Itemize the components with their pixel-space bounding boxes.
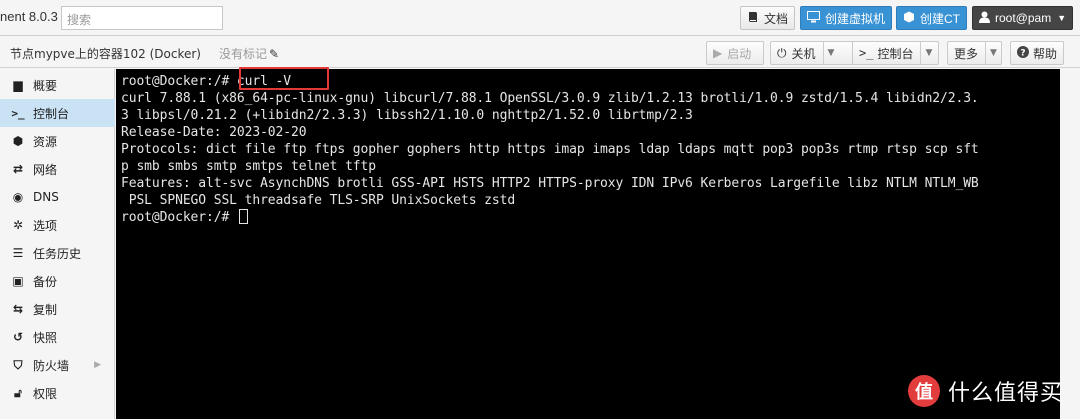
sidebar-item-label: 快照: [33, 330, 58, 345]
console-button[interactable]: >_ 控制台 ▼: [852, 41, 939, 65]
sidebar-item-summary[interactable]: ▆ 概要: [0, 71, 115, 99]
tags-edit[interactable]: 没有标记 ✎: [219, 45, 279, 62]
cube-icon: ⬢: [12, 134, 24, 148]
search-input[interactable]: 搜索: [61, 6, 223, 30]
sidebar-item-label: 概要: [33, 78, 58, 93]
sidebar-item-dns[interactable]: ◉ DNS: [0, 183, 115, 211]
terminal-line: root@Docker:/#: [121, 209, 979, 226]
list-icon: ☰: [12, 246, 24, 260]
sidebar: ▆ 概要 >_ 控制台 ⬢ 资源 ⇄ 网络 ◉ DNS ✲ 选项 ☰ 任务历史 …: [0, 69, 115, 419]
power-icon: ⏻: [777, 45, 787, 60]
sidebar-item-options[interactable]: ✲ 选项: [0, 211, 115, 239]
terminal-line: Protocols: dict file ftp ftps gopher gop…: [121, 142, 979, 157]
sidebar-item-resources[interactable]: ⬢ 资源: [0, 127, 115, 155]
sidebar-item-label: 选项: [33, 218, 58, 233]
create-vm-button[interactable]: 创建虚拟机: [800, 6, 893, 30]
create-vm-label: 创建虚拟机: [825, 11, 886, 26]
top-bar: nent 8.0.3 搜索 文档 创建虚拟机 创建CT root@pam ▼: [0, 0, 1080, 36]
sidebar-item-replication[interactable]: ⇆ 复制: [0, 295, 115, 323]
sidebar-item-firewall[interactable]: ⛉ 防火墙 ▶: [0, 351, 115, 379]
docs-button[interactable]: 文档: [740, 6, 796, 30]
help-label: 帮助: [1033, 46, 1058, 61]
create-ct-button[interactable]: 创建CT: [896, 6, 967, 30]
sidebar-item-label: 控制台: [33, 106, 70, 121]
floppy-icon: ▣: [12, 274, 24, 288]
exchange-icon: ⇄: [12, 162, 24, 176]
sidebar-item-label: 网络: [33, 162, 58, 177]
desktop-icon: [807, 10, 820, 26]
terminal-line: p smb smbs smtp smtps telnet tftp: [121, 159, 376, 174]
console-label: 控制台: [877, 46, 914, 61]
terminal-cursor: [238, 209, 248, 224]
terminal-icon: >_: [859, 46, 874, 60]
question-icon: ?: [1017, 45, 1029, 61]
terminal-icon: >_: [11, 106, 25, 120]
terminal-line: curl 7.88.1 (x86_64-pc-linux-gnu) libcur…: [121, 91, 979, 106]
docs-label: 文档: [764, 11, 789, 26]
book-icon: [747, 11, 759, 26]
unlock-icon: 🔓︎: [14, 385, 22, 400]
user-label: root@pam: [995, 11, 1052, 25]
scrollbar[interactable]: [1060, 69, 1080, 419]
shutdown-label: 关机: [791, 46, 816, 61]
chevron-down-icon: ▼: [990, 48, 997, 58]
sidebar-item-console[interactable]: >_ 控制台: [0, 99, 115, 127]
sidebar-item-label: 备份: [33, 274, 58, 289]
content-header: 节点mypve上的容器102 (Docker) 没有标记 ✎ ▶ 启动 ⏻ 关机 …: [0, 37, 1080, 68]
help-button[interactable]: ? 帮助: [1010, 41, 1064, 65]
sidebar-item-backup[interactable]: ▣ 备份: [0, 267, 115, 295]
more-button[interactable]: 更多 ▼: [947, 41, 1002, 65]
gear-icon: ✲: [12, 218, 24, 232]
more-label: 更多: [954, 46, 979, 61]
sidebar-item-label: 资源: [33, 134, 58, 149]
sidebar-item-label: 复制: [33, 302, 58, 317]
watermark-logo: 值: [908, 375, 940, 407]
user-icon: [979, 11, 990, 26]
chevron-down-icon: ▼: [827, 48, 835, 58]
shield-icon: ⛉: [13, 357, 23, 372]
pencil-icon: ✎: [269, 47, 280, 61]
book-icon: ▆: [13, 78, 23, 92]
chevron-down-icon: ▼: [925, 48, 933, 58]
sidebar-item-label: 权限: [33, 386, 58, 401]
user-menu-button[interactable]: root@pam ▼: [972, 6, 1074, 30]
shutdown-button[interactable]: ⏻ 关机 ▼: [770, 41, 858, 65]
app-title: nent 8.0.3: [0, 9, 58, 24]
terminal-line: Release-Date: 2023-02-20: [121, 125, 307, 140]
prompt: root@Docker:/#: [121, 210, 237, 225]
command-highlight-box: [239, 67, 329, 90]
cube-icon: [903, 11, 915, 26]
terminal-console[interactable]: root@Docker:/# curl -V curl 7.88.1 (x86_6…: [116, 69, 1060, 419]
page-title: 节点mypve上的容器102 (Docker): [10, 47, 201, 61]
create-ct-label: 创建CT: [920, 11, 960, 26]
start-button[interactable]: ▶ 启动: [706, 41, 764, 65]
sidebar-item-label: DNS: [33, 190, 59, 204]
svg-text:?: ?: [1020, 48, 1025, 58]
no-tags-label: 没有标记: [219, 47, 268, 61]
watermark-text: 什么值得买: [948, 381, 1064, 406]
sidebar-item-network[interactable]: ⇄ 网络: [0, 155, 115, 183]
prompt: root@Docker:/#: [121, 74, 237, 89]
chevron-right-icon: ▶: [94, 360, 101, 370]
terminal-line: PSL SPNEGO SSL threadsafe TLS-SRP UnixSo…: [121, 193, 516, 208]
sidebar-item-label: 防火墙: [33, 358, 70, 373]
terminal-line: Features: alt-svc AsynchDNS brotli GSS-A…: [121, 176, 979, 191]
sidebar-item-task-history[interactable]: ☰ 任务历史: [0, 239, 115, 267]
terminal-output: root@Docker:/# curl -V curl 7.88.1 (x86_6…: [121, 73, 979, 226]
history-icon: ↺: [12, 330, 24, 344]
chevron-down-icon: ▼: [1057, 13, 1067, 23]
watermark: 值 什么值得买: [908, 375, 1063, 407]
sidebar-item-permissions[interactable]: 🔓︎ 权限: [0, 379, 115, 407]
sidebar-item-label: 任务历史: [33, 246, 82, 261]
play-icon: ▶: [713, 46, 723, 60]
globe-icon: ◉: [12, 190, 24, 204]
sidebar-item-snapshots[interactable]: ↺ 快照: [0, 323, 115, 351]
start-label: 启动: [727, 46, 752, 61]
terminal-line: 3 libpsl/0.21.2 (+libidn2/2.3.3) libssh2…: [121, 108, 693, 123]
retweet-icon: ⇆: [12, 302, 24, 316]
